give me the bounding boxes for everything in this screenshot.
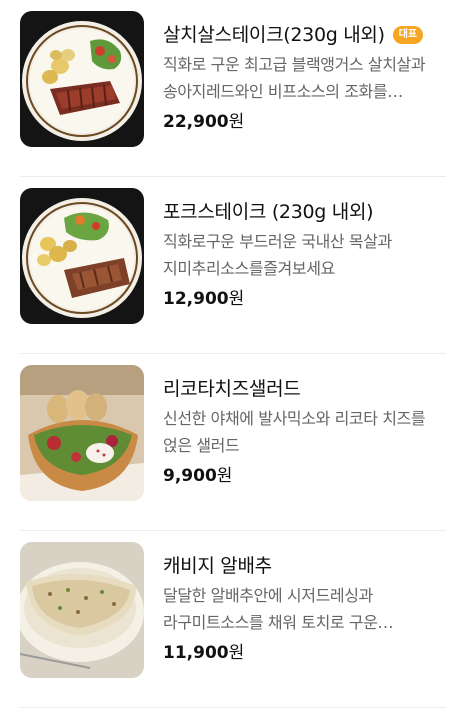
menu-item-description: 달달한 알배추안에 시저드레싱과 라구미트소스를 채워 토치로 구운 알배추샐러… (163, 586, 378, 632)
menu-item-info: 살치살스테이크(230g 내외) 대표 직화로 구운 최고급 블랙앵거스 살치살… (163, 22, 446, 134)
cabbage-dish-photo (20, 542, 144, 678)
menu-item-pork-steak[interactable]: 포크스테이크 (230g 내외) 직화로구운 부드러운 국내산 목살과 지미추리… (0, 177, 466, 354)
steak-plate-photo (20, 11, 144, 147)
menu-item-price: 11,900원 (163, 641, 446, 665)
menu-item-description: 신선한 야채에 발사믹소와 리코타 치즈를 얹은 샐러드 (163, 409, 426, 455)
menu-item-name: 살치살스테이크(230g 내외) (163, 24, 385, 46)
menu-item-title-row: 살치살스테이크(230g 내외) 대표 (163, 22, 446, 48)
menu-item-cabbage[interactable]: 캐비지 알배추 달달한 알배추안에 시저드레싱과 라구미트소스를 채워 토치로 … (0, 531, 466, 708)
signature-badge: 대표 (392, 26, 424, 44)
menu-item-description: 직화로구운 부드러운 국내산 목살과 지미추리소스를즐겨보세요 (163, 232, 392, 278)
menu-item-info: 리코타치즈샐러드 신선한 야채에 발사믹소와 리코타 치즈를 얹은 샐러드 9,… (163, 376, 446, 488)
price-value: 12,900 (163, 289, 229, 309)
menu-item-title-row: 리코타치즈샐러드 (163, 376, 446, 402)
price-value: 9,900 (163, 466, 217, 486)
menu-item-price: 9,900원 (163, 464, 446, 488)
menu-item-description: 직화로 구운 최고급 블랙앵거스 살치살과 송아지레드와인 비프소스의 조화를 … (163, 55, 426, 101)
menu-item-title-row: 캐비지 알배추 (163, 553, 446, 579)
menu-item-name: 포크스테이크 (230g 내외) (163, 201, 374, 223)
menu-item-price: 12,900원 (163, 287, 446, 311)
menu-item-sirloin-steak[interactable]: 살치살스테이크(230g 내외) 대표 직화로 구운 최고급 블랙앵거스 살치살… (0, 0, 466, 177)
menu-item-price: 22,900원 (163, 110, 446, 134)
price-value: 11,900 (163, 643, 229, 663)
price-value: 22,900 (163, 112, 229, 132)
price-currency: 원 (228, 643, 245, 663)
menu-item-info: 포크스테이크 (230g 내외) 직화로구운 부드러운 국내산 목살과 지미추리… (163, 199, 446, 311)
menu-item-photo (20, 365, 144, 501)
menu-item-ricotta-salad[interactable]: 리코타치즈샐러드 신선한 야채에 발사믹소와 리코타 치즈를 얹은 샐러드 9,… (0, 354, 466, 531)
menu-item-title-row: 포크스테이크 (230g 내외) (163, 199, 446, 225)
menu-item-name: 리코타치즈샐러드 (163, 378, 301, 400)
price-currency: 원 (228, 112, 245, 132)
menu-item-photo (20, 11, 144, 147)
price-currency: 원 (228, 289, 245, 309)
price-currency: 원 (216, 466, 233, 486)
menu-item-photo (20, 542, 144, 678)
ricotta-salad-photo (20, 365, 144, 501)
menu-item-name: 캐비지 알배추 (163, 555, 272, 577)
menu-item-photo (20, 188, 144, 324)
menu-item-info: 캐비지 알배추 달달한 알배추안에 시저드레싱과 라구미트소스를 채워 토치로 … (163, 553, 446, 665)
menu-list: 살치살스테이크(230g 내외) 대표 직화로 구운 최고급 블랙앵거스 살치살… (0, 0, 466, 708)
pork-steak-plate-photo (20, 188, 144, 324)
